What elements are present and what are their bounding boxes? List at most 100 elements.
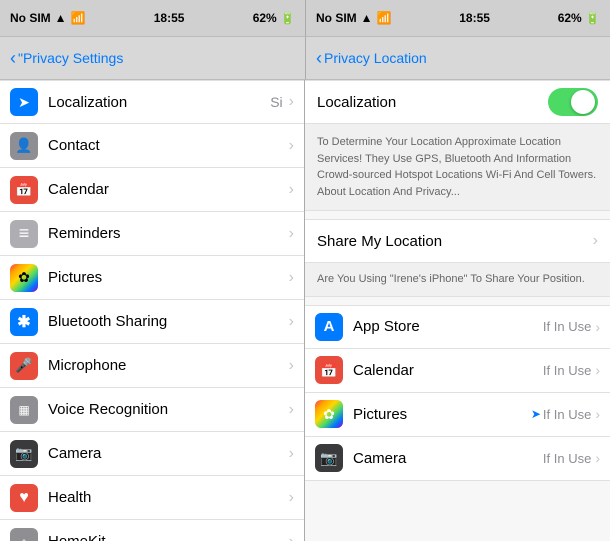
sidebar-item-homekit[interactable]: ⌂ HomeKit › [0,520,304,541]
battery-right: 62% 🔋 [558,11,600,25]
calendar-icon: 📅 [10,176,38,204]
nav-back-label-right: Privacy Location [324,50,427,66]
status-bar-left: No SIM ▲ 📶 18:55 62% 🔋 [0,0,305,36]
homekit-icon: ⌂ [10,528,38,541]
camera-app-arrow-icon: › [595,450,600,466]
appstore-status: If In Use [543,319,591,334]
voice-icon: ▦ [10,396,38,424]
share-description: Are You Using "Irene's iPhone" To Share … [305,263,610,297]
camera-app-status: If In Use [543,451,591,466]
wifi-icon-left: 📶 [71,11,86,25]
camera-app-name: Camera [353,450,543,467]
app-row-camera[interactable]: 📷 Camera If In Use › [305,437,610,481]
reminders-chevron-icon: › [289,225,294,243]
pictures-chevron-icon: › [289,269,294,287]
microphone-chevron-icon: › [289,357,294,375]
sidebar-item-contact[interactable]: 👤 Contact › [0,124,304,168]
back-arrow-icon-left: ‹ [10,48,16,69]
sidebar-item-bluetooth[interactable]: ✱ Bluetooth Sharing › [0,300,304,344]
pictures-app-name: Pictures [353,406,531,423]
app-row-calendar[interactable]: 📅 Calendar If In Use › [305,349,610,393]
localization-toggle[interactable] [548,88,598,116]
location-used-icon: ➤ [531,407,541,421]
share-location-chevron-icon: › [593,232,598,250]
sidebar-item-localization[interactable]: ➤ Localization Si › [0,80,304,124]
calendar-chevron-icon: › [289,181,294,199]
nav-back-right[interactable]: ‹ Privacy Location [316,48,427,69]
app-row-pictures[interactable]: ✿ Pictures ➤ If In Use › [305,393,610,437]
camera-app-icon: 📷 [315,444,343,472]
status-bar-right: No SIM ▲ 📶 18:55 62% 🔋 [305,0,610,36]
calendar-label: Calendar [48,181,289,198]
pictures-app-arrow-icon: › [595,406,600,422]
sidebar-item-camera[interactable]: 📷 Camera › [0,432,304,476]
localization-toggle-label: Localization [317,94,396,111]
microphone-label: Microphone [48,357,289,374]
main-content: ➤ Localization Si › 👤 Contact › 📅 Calend… [0,80,610,541]
pictures-label: Pictures [48,269,289,286]
toggle-knob [571,90,595,114]
pictures-app-status: If In Use [543,407,591,422]
sidebar-item-reminders[interactable]: ≡ Reminders › [0,212,304,256]
calendar-app-icon: 📅 [315,356,343,384]
back-arrow-icon-right: ‹ [316,48,322,69]
nav-back-label-left: "Privacy Settings [18,50,123,66]
camera-icon: 📷 [10,440,38,468]
localization-value: Si [270,94,282,110]
health-icon: ♥ [10,484,38,512]
no-sim-label-left: No SIM [10,11,51,25]
appstore-icon: A [315,313,343,341]
contact-icon: 👤 [10,132,38,160]
microphone-icon: 🎤 [10,352,38,380]
share-location-row[interactable]: Share My Location › [305,219,610,263]
right-panel: Localization To Determine Your Location … [305,80,610,541]
sidebar-item-pictures[interactable]: ✿ Pictures › [0,256,304,300]
localization-toggle-row[interactable]: Localization [305,80,610,124]
sidebar-item-microphone[interactable]: 🎤 Microphone › [0,344,304,388]
left-panel: ➤ Localization Si › 👤 Contact › 📅 Calend… [0,80,305,541]
appstore-arrow-icon: › [595,319,600,335]
nav-bar-right: ‹ Privacy Location [305,36,610,80]
contact-chevron-icon: › [289,137,294,155]
nav-bar-left: ‹ "Privacy Settings [0,36,305,80]
appstore-name: App Store [353,318,543,335]
calendar-app-status: If In Use [543,363,591,378]
status-left-left: No SIM ▲ 📶 [10,11,86,25]
nav-back-left[interactable]: ‹ "Privacy Settings [10,48,123,69]
localization-chevron-icon: › [289,93,294,111]
pictures-icon: ✿ [10,264,38,292]
bluetooth-label: Bluetooth Sharing [48,313,289,330]
reminders-icon: ≡ [10,220,38,248]
time-right: 18:55 [459,11,490,25]
camera-label: Camera [48,445,289,462]
sidebar-item-voice[interactable]: ▦ Voice Recognition › [0,388,304,432]
status-left-right: No SIM ▲ 📶 [316,11,392,25]
signal-icon-left: ▲ [55,11,67,25]
battery-left: 62% 🔋 [253,11,295,25]
nav-bars: ‹ "Privacy Settings ‹ Privacy Location [0,36,610,80]
reminders-label: Reminders [48,225,289,242]
bluetooth-chevron-icon: › [289,313,294,331]
app-row-appstore[interactable]: A App Store If In Use › [305,305,610,349]
share-location-label: Share My Location [317,233,442,250]
camera-chevron-icon: › [289,445,294,463]
pictures-app-icon: ✿ [315,400,343,428]
status-right-right: 18:55 [459,11,490,25]
health-label: Health [48,489,289,506]
voice-chevron-icon: › [289,401,294,419]
status-bars: No SIM ▲ 📶 18:55 62% 🔋 No SIM ▲ 📶 18:55 … [0,0,610,36]
no-sim-label-right: No SIM [316,11,357,25]
calendar-app-name: Calendar [353,362,543,379]
bluetooth-icon: ✱ [10,308,38,336]
time-left: 18:55 [154,11,185,25]
localization-icon: ➤ [10,88,38,116]
wifi-icon-right: 📶 [377,11,392,25]
location-description: To Determine Your Location Approximate L… [305,124,610,211]
sidebar-item-health[interactable]: ♥ Health › [0,476,304,520]
homekit-chevron-icon: › [289,533,294,541]
health-chevron-icon: › [289,489,294,507]
localization-label: Localization [48,94,270,111]
signal-icon-right: ▲ [361,11,373,25]
sidebar-item-calendar[interactable]: 📅 Calendar › [0,168,304,212]
voice-label: Voice Recognition [48,401,289,418]
